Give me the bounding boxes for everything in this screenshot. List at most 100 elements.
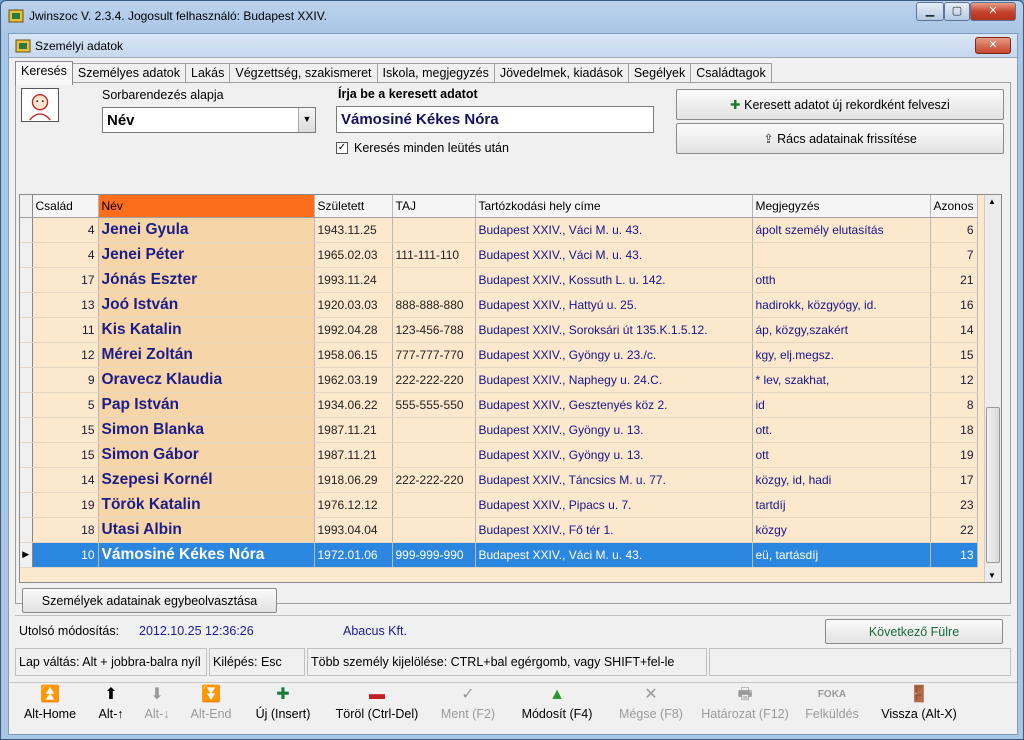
col-header-szuletett[interactable]: Született bbox=[314, 195, 393, 218]
cell-cim[interactable]: Budapest XXIV., Gyöngy u. 23./c. bbox=[475, 342, 753, 368]
cell-megjegyzes[interactable]: ápolt személy elutasítás bbox=[752, 217, 931, 243]
cell-csalad[interactable]: 17 bbox=[32, 267, 99, 293]
table-row[interactable]: 15 Simon Gábor 1987.11.21 Budapest XXIV., G… bbox=[20, 442, 978, 468]
cell-nev[interactable]: Oravecz Klaudia bbox=[98, 367, 315, 393]
cell-taj[interactable]: 111-111-110 bbox=[392, 242, 476, 268]
cell-megjegyzes[interactable]: közgy, id, hadi bbox=[752, 467, 931, 493]
cell-azonos[interactable]: 23 bbox=[930, 492, 978, 518]
col-header-azonos[interactable]: Azonos bbox=[930, 195, 978, 218]
cell-szuletett[interactable]: 1920.03.03 bbox=[314, 292, 393, 318]
table-row[interactable]: 4 Jenei Gyula 1943.11.25 Budapest XXIV., Vá… bbox=[20, 217, 978, 243]
cell-csalad[interactable]: 15 bbox=[32, 417, 99, 443]
cell-nev[interactable]: Simon Blanka bbox=[98, 417, 315, 443]
cell-nev[interactable]: Simon Gábor bbox=[98, 442, 315, 468]
cell-azonos[interactable]: 22 bbox=[930, 517, 978, 543]
cell-szuletett[interactable]: 1965.02.03 bbox=[314, 242, 393, 268]
table-row[interactable]: ▶ 10 Vámosiné Kékes Nóra 1972.01.06 999-999-… bbox=[20, 542, 978, 568]
cell-csalad[interactable]: 13 bbox=[32, 292, 99, 318]
table-row[interactable]: 4 Jenei Péter 1965.02.03 111-111-110 Budapes… bbox=[20, 242, 978, 268]
cell-taj[interactable]: 123-456-788 bbox=[392, 317, 476, 343]
cell-csalad[interactable]: 5 bbox=[32, 392, 99, 418]
table-row[interactable]: 9 Oravecz Klaudia 1962.03.19 222-222-220 Bud… bbox=[20, 367, 978, 393]
cell-megjegyzes[interactable]: otth bbox=[752, 267, 931, 293]
cell-taj[interactable] bbox=[392, 417, 476, 443]
cell-taj[interactable] bbox=[392, 267, 476, 293]
cell-szuletett[interactable]: 1962.03.19 bbox=[314, 367, 393, 393]
cell-nev[interactable]: Joó István bbox=[98, 292, 315, 318]
close-button[interactable]: ✕ bbox=[970, 2, 1016, 21]
toolbar-check-button[interactable]: ✓ Ment (F2) bbox=[433, 683, 503, 733]
cell-csalad[interactable]: 12 bbox=[32, 342, 99, 368]
title-bar[interactable]: Jwinszoc V. 2.3.4. Jogosult felhasználó:… bbox=[1, 1, 1023, 31]
merge-persons-button[interactable]: Személyek adatainak egybeolvasztása bbox=[22, 588, 277, 613]
table-row[interactable]: 11 Kis Katalin 1992.04.28 123-456-788 Budape… bbox=[20, 317, 978, 343]
table-row[interactable]: 15 Simon Blanka 1987.11.21 Budapest XXIV., … bbox=[20, 417, 978, 443]
cell-azonos[interactable]: 8 bbox=[930, 392, 978, 418]
toolbar-triangle-up-button[interactable]: ▲ Módosít (F4) bbox=[509, 683, 605, 733]
person-grid[interactable]: Család Név Született TAJ Tartózkodási he… bbox=[19, 194, 1002, 583]
col-header-csalad[interactable]: Család bbox=[32, 195, 99, 218]
cell-megjegyzes[interactable]: ott bbox=[752, 442, 931, 468]
table-row[interactable]: 13 Joó István 1920.03.03 888-888-880 Budapes… bbox=[20, 292, 978, 318]
cell-taj[interactable]: 222-222-220 bbox=[392, 467, 476, 493]
cell-azonos[interactable]: 21 bbox=[930, 267, 978, 293]
toolbar-printer-button[interactable]: 🖶 Határozat (F12) bbox=[697, 683, 793, 733]
cell-azonos[interactable]: 7 bbox=[930, 242, 978, 268]
col-header-cim[interactable]: Tartózkodási hely címe bbox=[475, 195, 753, 218]
chevron-down-icon[interactable]: ▼ bbox=[298, 108, 315, 132]
cell-csalad[interactable]: 19 bbox=[32, 492, 99, 518]
cell-cim[interactable]: Budapest XXIV., Soroksári út 135.K.1.5.1… bbox=[475, 317, 753, 343]
cell-cim[interactable]: Budapest XXIV., Váci M. u. 43. bbox=[475, 242, 753, 268]
cell-szuletett[interactable]: 1934.06.22 bbox=[314, 392, 393, 418]
cell-cim[interactable]: Budapest XXIV., Váci M. u. 43. bbox=[475, 217, 753, 243]
cell-cim[interactable]: Budapest XXIV., Gesztenyés köz 2. bbox=[475, 392, 753, 418]
tab-csaladtagok[interactable]: Családtagok bbox=[690, 63, 772, 84]
table-row[interactable]: 18 Utasi Albin 1993.04.04 Budapest XXIV., F… bbox=[20, 517, 978, 543]
cell-cim[interactable]: Budapest XXIV., Fő tér 1. bbox=[475, 517, 753, 543]
cell-megjegyzes[interactable]: ott. bbox=[752, 417, 931, 443]
inner-close-button[interactable]: ✕ bbox=[975, 37, 1011, 54]
toolbar-plus-button[interactable]: ✚ Új (Insert) bbox=[245, 683, 321, 733]
cell-nev[interactable]: Török Katalin bbox=[98, 492, 315, 518]
table-row[interactable]: 19 Török Katalin 1976.12.12 Budapest XXIV.,… bbox=[20, 492, 978, 518]
tab-szemelyes-adatok[interactable]: Személyes adatok bbox=[71, 63, 186, 84]
cell-cim[interactable]: Budapest XXIV., Gyöngy u. 13. bbox=[475, 442, 753, 468]
cell-megjegyzes[interactable] bbox=[752, 242, 931, 268]
cell-csalad[interactable]: 9 bbox=[32, 367, 99, 393]
cell-megjegyzes[interactable]: közgy bbox=[752, 517, 931, 543]
toolbar-down-button[interactable]: ⬇ Alt-↓ bbox=[137, 683, 177, 733]
cell-megjegyzes[interactable]: áp, közgy,szakért bbox=[752, 317, 931, 343]
cell-cim[interactable]: Budapest XXIV., Gyöngy u. 13. bbox=[475, 417, 753, 443]
cell-nev[interactable]: Utasi Albin bbox=[98, 517, 315, 543]
tab-iskola[interactable]: Iskola, megjegyzés bbox=[376, 63, 495, 84]
cell-taj[interactable]: 888-888-880 bbox=[392, 292, 476, 318]
scroll-up-icon[interactable]: ▲ bbox=[988, 197, 996, 206]
table-row[interactable]: 14 Szepesi Kornél 1918.06.29 222-222-220 Bud… bbox=[20, 467, 978, 493]
cell-megjegyzes[interactable]: tartdíj bbox=[752, 492, 931, 518]
cell-nev[interactable]: Mérei Zoltán bbox=[98, 342, 315, 368]
refresh-grid-button[interactable]: ⇪ Rács adatainak frissítése bbox=[676, 123, 1004, 154]
col-header-taj[interactable]: TAJ bbox=[392, 195, 476, 218]
cell-taj[interactable]: 555-555-550 bbox=[392, 392, 476, 418]
cell-szuletett[interactable]: 1958.06.15 bbox=[314, 342, 393, 368]
cell-cim[interactable]: Budapest XXIV., Naphegy u. 24.C. bbox=[475, 367, 753, 393]
cell-azonos[interactable]: 12 bbox=[930, 367, 978, 393]
cell-megjegyzes[interactable]: eü, tartásdíj bbox=[752, 542, 931, 568]
cell-azonos[interactable]: 14 bbox=[930, 317, 978, 343]
minimize-button[interactable]: ▁ bbox=[916, 2, 944, 21]
cell-azonos[interactable]: 15 bbox=[930, 342, 978, 368]
cell-szuletett[interactable]: 1992.04.28 bbox=[314, 317, 393, 343]
cell-csalad[interactable]: 14 bbox=[32, 467, 99, 493]
toolbar-minus-button[interactable]: ▬ Töröl (Ctrl-Del) bbox=[325, 683, 429, 733]
cell-taj[interactable] bbox=[392, 517, 476, 543]
toolbar-exit-button[interactable]: 🚪 Vissza (Alt-X) bbox=[869, 683, 969, 733]
cell-szuletett[interactable]: 1972.01.06 bbox=[314, 542, 393, 568]
cell-cim[interactable]: Budapest XXIV., Váci M. u. 43. bbox=[475, 542, 753, 568]
cell-csalad[interactable]: 4 bbox=[32, 242, 99, 268]
table-row[interactable]: 12 Mérei Zoltán 1958.06.15 777-777-770 Budap… bbox=[20, 342, 978, 368]
cell-csalad[interactable]: 11 bbox=[32, 317, 99, 343]
toolbar-foka-button[interactable]: FOKA Felküldés bbox=[797, 683, 867, 733]
table-row[interactable]: 5 Pap István 1934.06.22 555-555-550 Budapest… bbox=[20, 392, 978, 418]
cell-megjegyzes[interactable]: id bbox=[752, 392, 931, 418]
toolbar-last-button[interactable]: ⏬ Alt-End bbox=[181, 683, 241, 733]
